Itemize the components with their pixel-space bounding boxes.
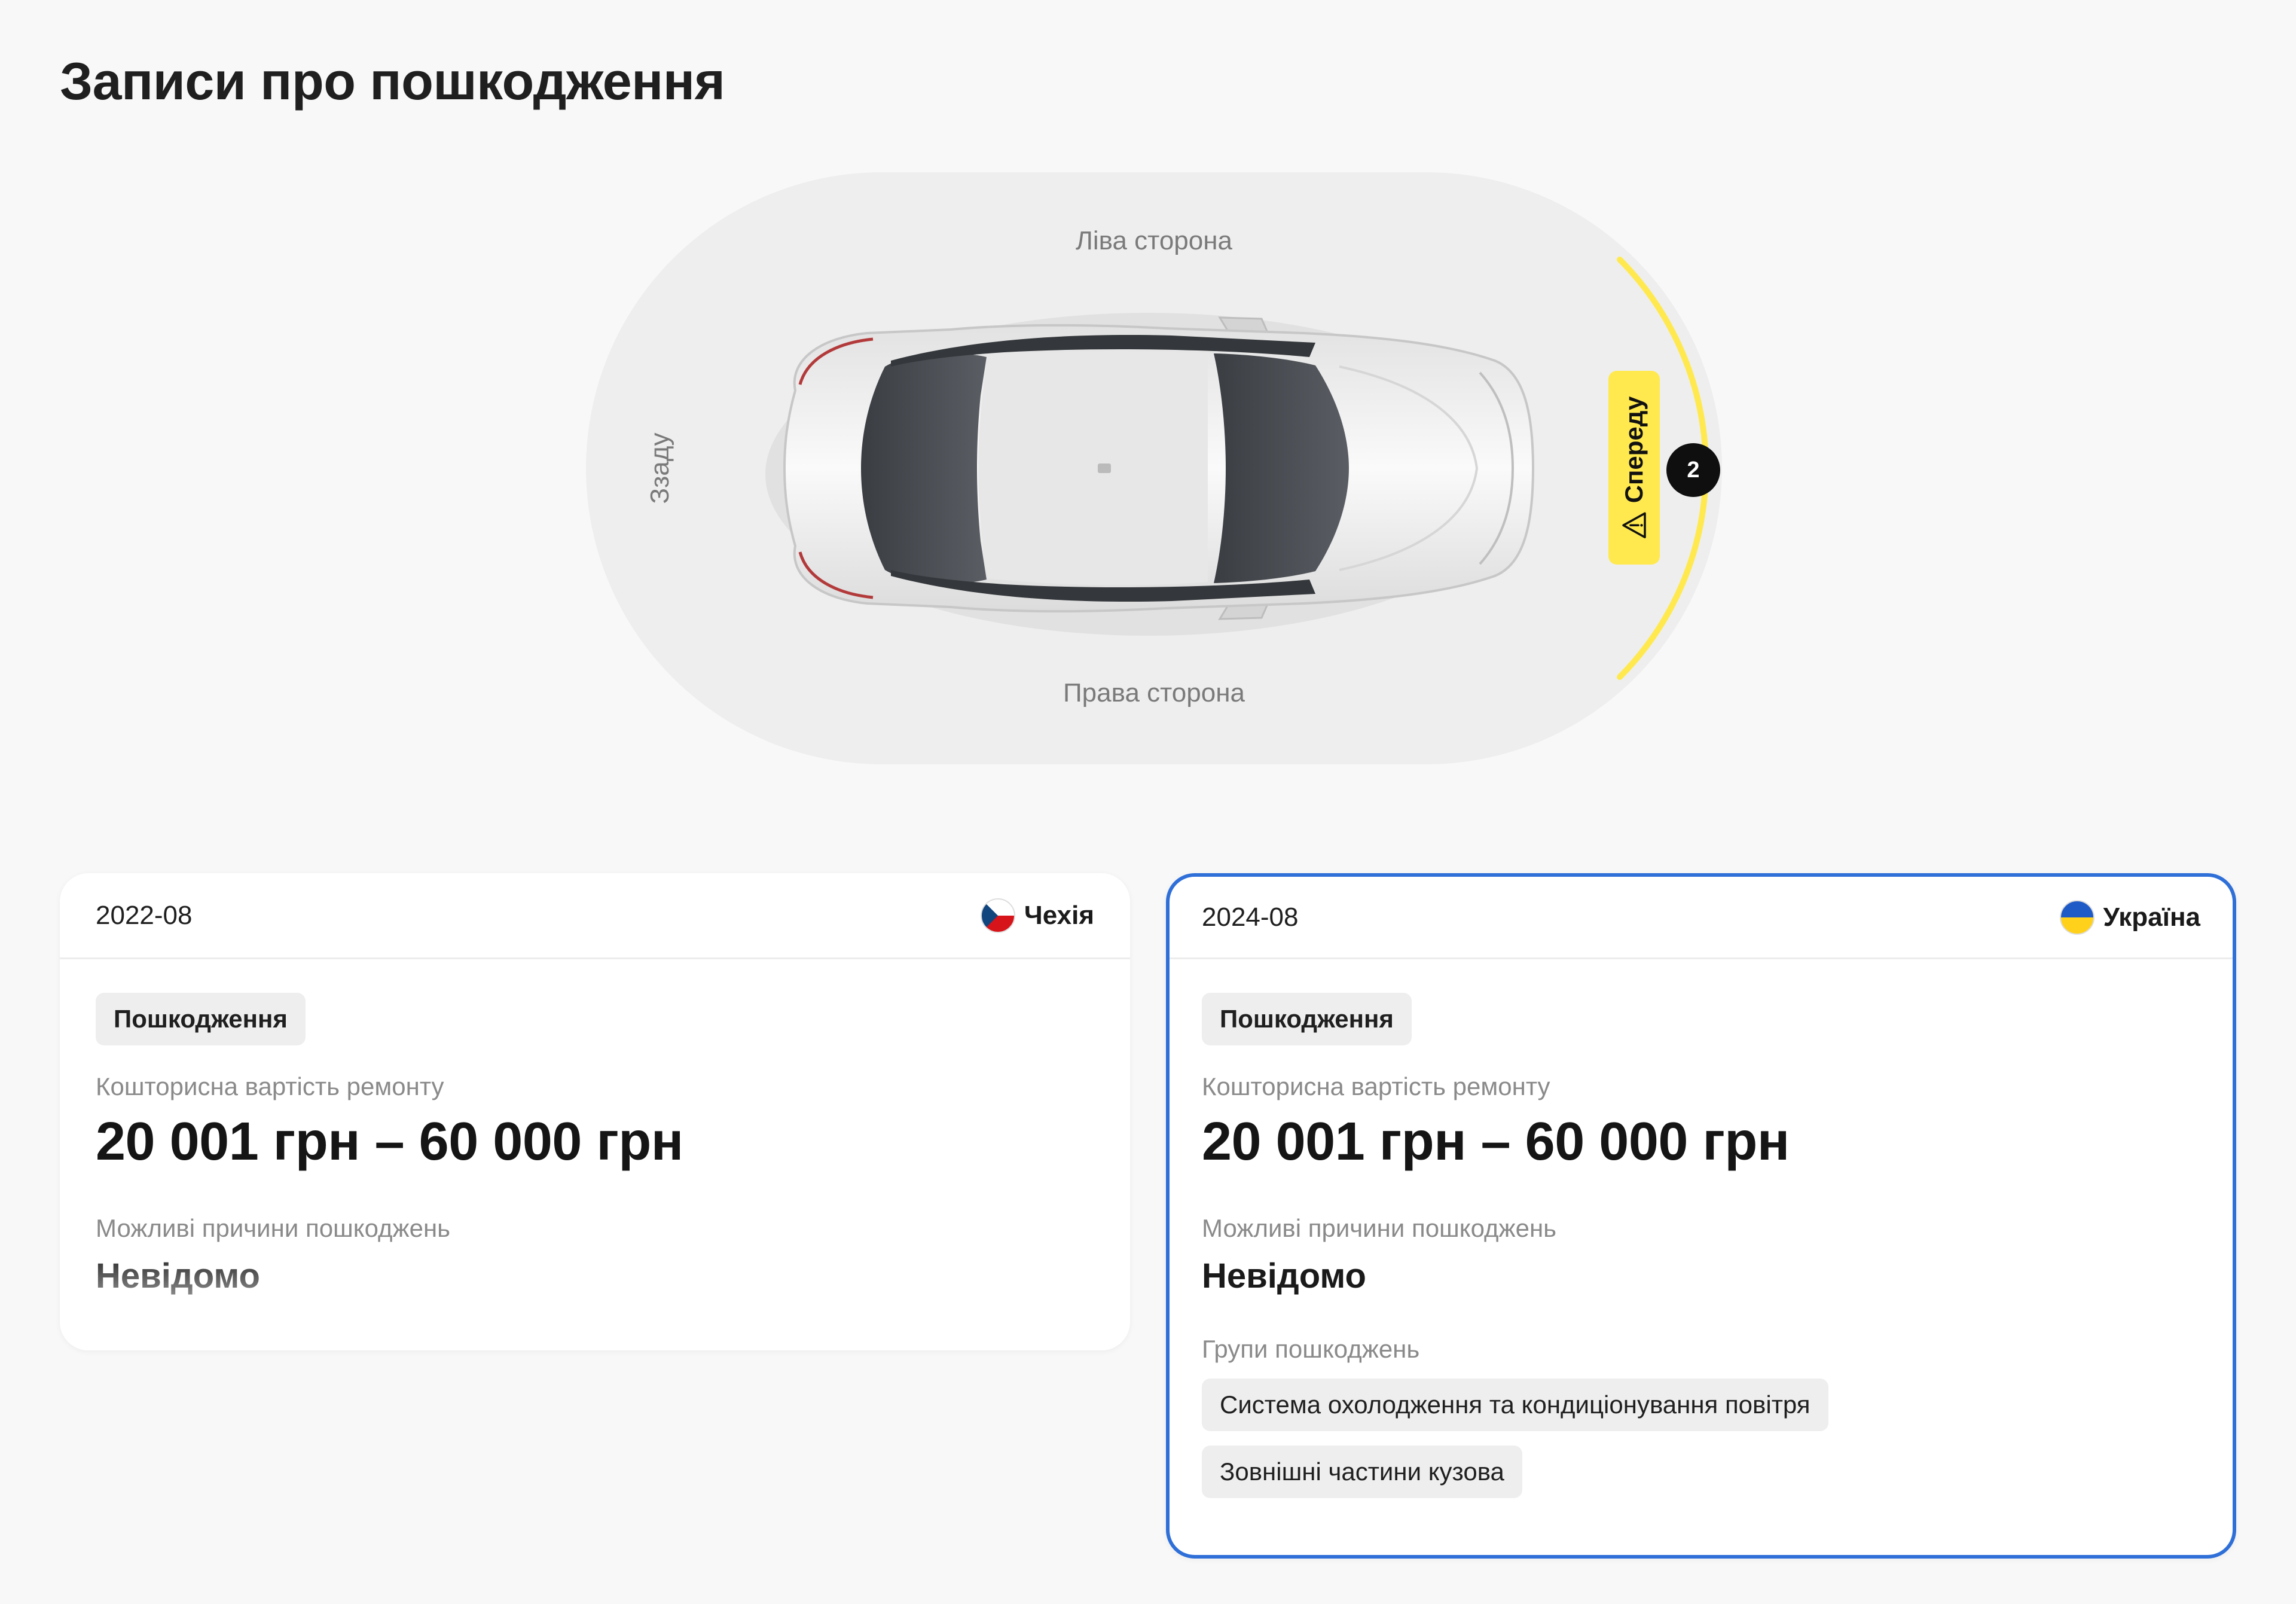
front-damage-count-badge: 2 (1666, 443, 1720, 497)
causes-label: Можливі причини пошкоджень (1202, 1214, 1557, 1243)
left-side-label[interactable]: Ліва сторона (586, 226, 1722, 256)
record-type-tag: Пошкодження (1202, 993, 1412, 1045)
country-name: Чехія (1024, 900, 1094, 930)
czech-flag-icon (980, 898, 1015, 933)
damage-groups-list: Система охолодження та кондиціонування п… (1202, 1364, 2200, 1499)
damage-record-card-selected[interactable]: 2024-08 Україна Пошкодження Кошторисна в… (1166, 873, 2236, 1559)
card-header: 2022-08 Чехія (60, 873, 1130, 959)
front-zone-badge[interactable]: Спереду (1608, 371, 1660, 565)
car-top-view-image (765, 313, 1535, 636)
card-header: 2024-08 Україна (1170, 877, 2233, 959)
damage-record-card[interactable]: 2022-08 Чехія Пошкодження Кошторисна вар… (60, 873, 1130, 1350)
record-country: Чехія (980, 898, 1094, 934)
warning-triangle-icon (1622, 512, 1646, 539)
record-type-tag: Пошкодження (96, 993, 306, 1045)
right-side-label[interactable]: Права сторона (586, 678, 1722, 708)
repair-cost-value: 20 001 грн – 60 000 грн (96, 1112, 683, 1172)
rear-label[interactable]: Ззаду (645, 433, 675, 504)
record-country: Україна (2059, 899, 2201, 935)
ukraine-flag-icon (2059, 899, 2095, 935)
record-date: 2024-08 (1202, 902, 1299, 932)
record-date: 2022-08 (96, 900, 193, 930)
country-name: Україна (2103, 902, 2201, 932)
damage-groups-label: Групи пошкоджень (1202, 1334, 1420, 1363)
cost-label: Кошторисна вартість ремонту (1202, 1072, 1550, 1100)
causes-value: Невідомо (1202, 1256, 1366, 1295)
repair-cost-value: 20 001 грн – 60 000 грн (1202, 1112, 1790, 1172)
page-title: Записи про пошкодження (60, 51, 725, 111)
damage-records-page: Записи про пошкодження Ліва сторона Прав… (0, 0, 2296, 1604)
damage-group-tag: Зовнішні частини кузова (1202, 1446, 1522, 1499)
cost-label: Кошторисна вартість ремонту (96, 1072, 444, 1100)
causes-value: Невідомо (96, 1256, 260, 1295)
front-zone-label: Спереду (1620, 396, 1648, 504)
causes-label: Можливі причини пошкоджень (96, 1214, 451, 1243)
car-damage-diagram: Ліва сторона Права сторона Ззаду Спереду… (586, 172, 1722, 764)
damage-group-tag: Система охолодження та кондиціонування п… (1202, 1379, 1828, 1432)
